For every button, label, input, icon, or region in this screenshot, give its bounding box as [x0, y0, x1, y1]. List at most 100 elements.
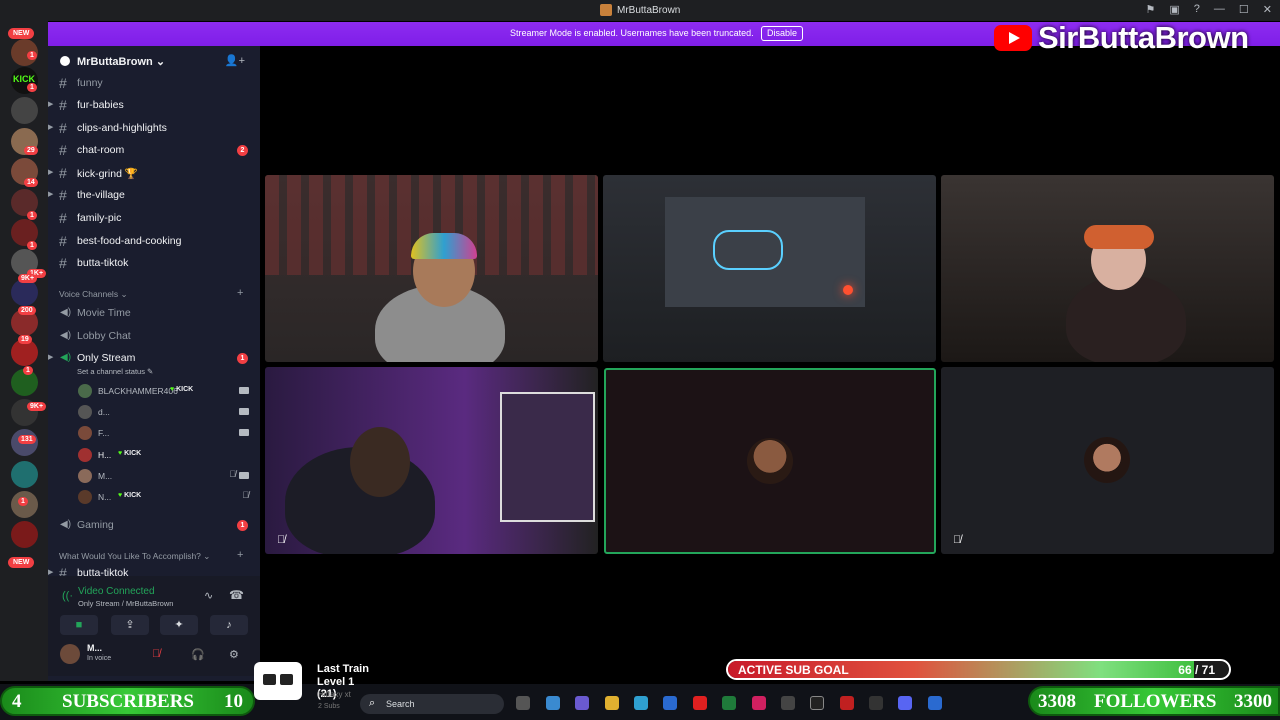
category-accomplish[interactable]: What Would You Like To Accomplish? ⌄ +: [59, 549, 243, 562]
youtube-taskbar-icon[interactable]: [693, 696, 707, 710]
sub-goal-bar: ACTIVE SUB GOAL 66 / 71: [726, 659, 1231, 680]
channel-family-pic[interactable]: # family-pic: [48, 207, 260, 229]
channel-best-food-and-cooking[interactable]: # best-food-and-cooking: [48, 230, 260, 252]
chevron-right-icon: ▶: [48, 169, 54, 176]
connection-subtitle[interactable]: Only Stream / MrButtaBrown: [78, 599, 173, 608]
add-user-icon[interactable]: 👤+: [225, 54, 245, 67]
channel-the-village[interactable]: ▶ # the-village: [48, 184, 260, 206]
user-name: H...: [98, 450, 112, 460]
train-widget: Last Train Level 1 (21) Hittaxy xt 2 Sub…: [252, 660, 372, 718]
user-name: M...: [87, 643, 102, 653]
video-tile-3[interactable]: [941, 175, 1274, 362]
capcut-icon[interactable]: [869, 696, 883, 710]
maximize-button[interactable]: ☐: [1239, 3, 1249, 16]
server-icon[interactable]: [11, 461, 38, 488]
subscribers-current: 4: [12, 691, 22, 712]
voice-gaming[interactable]: ◀) Gaming 1: [48, 514, 260, 536]
avatar: [78, 426, 92, 440]
channel-fur-babies[interactable]: ▶ # fur-babies: [48, 94, 260, 116]
channel-chat-room[interactable]: # chat-room 2: [48, 139, 260, 161]
avatar: [78, 490, 92, 504]
youtube-icon: [994, 25, 1032, 51]
voice-lobby-chat[interactable]: ◀) Lobby Chat: [48, 325, 260, 347]
avatar[interactable]: [60, 644, 80, 664]
voice-movie-time[interactable]: ◀) Movie Time: [48, 302, 260, 324]
user-name: F...: [98, 428, 110, 438]
disconnect-icon[interactable]: ☎: [229, 588, 244, 602]
copilot-icon[interactable]: [546, 696, 560, 710]
headphones-icon[interactable]: 🎧: [191, 648, 205, 661]
speaker-icon: ◀): [60, 519, 72, 530]
add-channel-icon[interactable]: +: [237, 287, 243, 299]
user-name: d...: [98, 407, 110, 417]
settings-gear-icon[interactable]: ⚙: [229, 648, 239, 661]
close-button[interactable]: ✕: [1263, 3, 1272, 16]
server-icon[interactable]: [11, 521, 38, 548]
channel-name: funny: [77, 77, 103, 89]
video-tile-6[interactable]: 🎙̸: [941, 367, 1274, 554]
hash-icon: #: [59, 142, 67, 158]
task-view-icon[interactable]: [516, 696, 530, 710]
app-icon[interactable]: [928, 696, 942, 710]
noise-suppression-icon[interactable]: ∿: [204, 589, 213, 602]
excel-icon[interactable]: [722, 696, 736, 710]
user-name: M...: [98, 471, 113, 481]
kick-tag: KICK: [118, 450, 141, 457]
user-status: In voice: [87, 655, 112, 662]
voice-only-stream[interactable]: ▶ ◀) Only Stream 1: [48, 347, 260, 369]
add-channel-icon[interactable]: +: [237, 549, 243, 561]
banner-message: Streamer Mode is enabled. Usernames have…: [510, 28, 754, 38]
app-icon[interactable]: [840, 696, 854, 710]
guild-icon: [60, 56, 70, 66]
tiktok-icon[interactable]: [752, 696, 766, 710]
server-icon[interactable]: [11, 279, 38, 306]
voice-user[interactable]: H... KICK: [78, 445, 253, 465]
speaker-icon: ◀): [60, 352, 72, 363]
taskbar-search[interactable]: ⌕ Search: [360, 694, 504, 714]
help-icon[interactable]: ?: [1194, 3, 1200, 16]
channel-name: the-village: [77, 189, 125, 201]
voice-user[interactable]: d...: [78, 402, 253, 422]
voice-user[interactable]: N... KICK 🎙̸: [78, 487, 253, 507]
signal-icon[interactable]: ((·: [62, 590, 73, 602]
disable-button[interactable]: Disable: [761, 26, 804, 41]
channel-clips-and-highlights[interactable]: ▶ # clips-and-highlights: [48, 117, 260, 139]
channel-butta-tiktok[interactable]: # butta-tiktok: [48, 252, 260, 274]
screen-icon[interactable]: ▣: [1169, 3, 1179, 16]
pc-case: [500, 392, 595, 522]
channel-status[interactable]: Set a channel status ✎: [77, 367, 153, 376]
voice-channel-name: Lobby Chat: [77, 330, 131, 342]
hash-icon: #: [59, 233, 67, 249]
video-tile-5[interactable]: [604, 368, 936, 554]
discord-icon[interactable]: [898, 696, 912, 710]
voice-user[interactable]: F...: [78, 423, 253, 443]
voice-user[interactable]: M... 🎙̸: [78, 466, 253, 486]
file-explorer-icon[interactable]: [605, 696, 619, 710]
video-tile-1[interactable]: [265, 175, 598, 362]
minimize-button[interactable]: —: [1214, 3, 1225, 16]
store-icon[interactable]: [663, 696, 677, 710]
mic-muted-icon: 🎙̸: [242, 490, 249, 500]
teams-icon[interactable]: [575, 696, 589, 710]
activities-button[interactable]: ✦: [160, 615, 198, 635]
avatar: [1084, 437, 1130, 483]
app-icon[interactable]: [781, 696, 795, 710]
app-icon[interactable]: [810, 696, 824, 710]
camera-button[interactable]: ■: [60, 615, 98, 635]
channel-funny[interactable]: # funny: [48, 72, 260, 94]
video-tile-4[interactable]: 🎙̸: [265, 367, 598, 554]
mic-muted-icon[interactable]: 🎙̸: [152, 648, 160, 660]
edge-icon[interactable]: [634, 696, 648, 710]
category-voice-channels[interactable]: Voice Channels ⌄ +: [59, 287, 243, 300]
server-icon[interactable]: [11, 97, 38, 124]
voice-user[interactable]: BLACKHAMMER406 KICK: [78, 381, 253, 401]
channel-status-placeholder: Set a channel status: [77, 367, 145, 376]
video-tile-2[interactable]: [603, 175, 936, 362]
channel-kick-grind[interactable]: ▶ # kick-grind 🏆: [48, 162, 260, 184]
server-badge: 200: [18, 306, 36, 315]
category-label: What Would You Like To Accomplish?: [59, 551, 201, 561]
chevron-right-icon: ▶: [48, 124, 54, 131]
inbox-icon[interactable]: ⚑: [1146, 3, 1156, 16]
soundboard-button[interactable]: ♪: [210, 615, 248, 635]
screen-share-button[interactable]: ⇪: [111, 615, 149, 635]
